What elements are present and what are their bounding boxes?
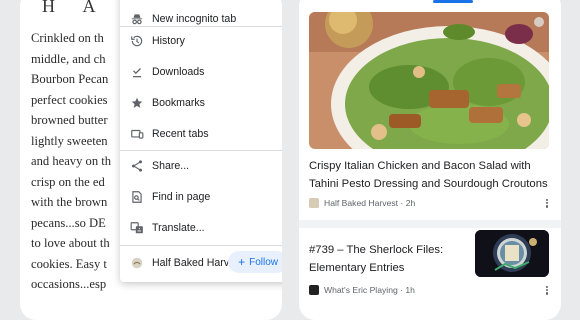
card-divider — [299, 220, 561, 228]
menu-divider — [120, 245, 282, 246]
card-title[interactable]: #739 – The Sherlock Files: Elementary En… — [309, 241, 459, 277]
menu-item-translate[interactable]: Translate... — [120, 215, 282, 241]
article-phone: H A R Crinkled on th middle, and ch Bour… — [20, 0, 282, 320]
source-name: Half Baked Harvest — [324, 198, 399, 208]
menu-divider — [120, 26, 282, 27]
menu-item-label: Bookmarks — [152, 97, 205, 109]
menu-item-label: Recent tabs — [152, 128, 209, 140]
menu-item-bookmarks[interactable]: Bookmarks — [120, 90, 282, 116]
card-source: Half Baked Harvest · 2h — [309, 198, 415, 208]
menu-item-history[interactable]: History — [120, 28, 282, 54]
card-age: 2h — [405, 198, 416, 208]
salad-photo — [309, 12, 549, 149]
share-icon — [131, 160, 143, 172]
menu-item-find-in-page[interactable]: Find in page — [120, 184, 282, 210]
menu-item-downloads[interactable]: Downloads — [120, 59, 282, 85]
card-age: 1h — [405, 285, 415, 295]
article-thumbnail[interactable] — [475, 230, 549, 277]
menu-item-share[interactable]: Share... — [120, 153, 282, 179]
menu-item-recent-tabs[interactable]: Recent tabs — [120, 121, 282, 147]
more-options-icon[interactable] — [545, 198, 549, 210]
follow-button[interactable]: + Follow — [228, 251, 282, 273]
more-options-icon[interactable] — [545, 285, 549, 297]
site-favicon-icon — [309, 198, 319, 208]
translate-icon — [130, 222, 143, 234]
discover-feed-phone: Crispy Italian Chicken and Bacon Salad w… — [299, 0, 561, 320]
download-icon — [132, 68, 142, 78]
source-separator: · — [398, 198, 406, 208]
site-favicon-icon — [309, 285, 319, 295]
menu-item-label: History — [152, 35, 185, 47]
card-source: What's Eric Playing · 1h — [309, 285, 415, 295]
menu-item-label: Find in page — [152, 191, 211, 203]
star-icon — [131, 97, 143, 108]
overflow-menu: New incognito tab History Downloads Book… — [120, 0, 282, 282]
source-separator: · — [397, 285, 406, 295]
site-favicon-icon — [131, 257, 143, 269]
menu-item-label: Share... — [152, 160, 190, 172]
menu-item-label: Downloads — [152, 66, 205, 78]
menu-item-label: New incognito tab — [152, 13, 237, 25]
incognito-icon — [131, 14, 143, 25]
find-icon — [132, 191, 142, 203]
card-title[interactable]: Crispy Italian Chicken and Bacon Salad w… — [309, 157, 549, 193]
menu-divider — [120, 150, 282, 151]
game-cover-image — [475, 230, 549, 277]
tab-indicator — [433, 0, 473, 3]
menu-item-label: Translate... — [152, 222, 205, 234]
source-name: What's Eric Playing — [324, 285, 398, 295]
follow-button-label: Follow — [249, 256, 278, 268]
plus-icon: + — [238, 255, 246, 269]
article-image[interactable] — [309, 12, 549, 149]
history-icon — [131, 35, 143, 47]
devices-icon — [131, 129, 144, 139]
